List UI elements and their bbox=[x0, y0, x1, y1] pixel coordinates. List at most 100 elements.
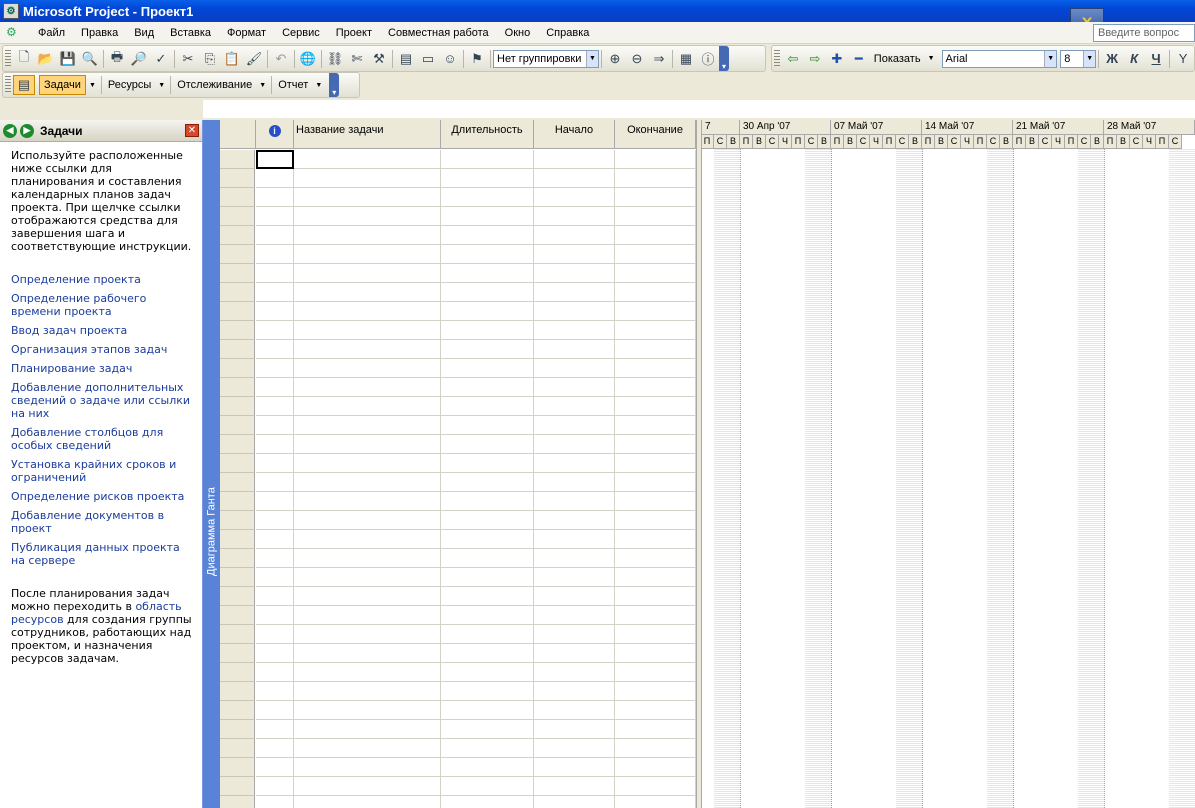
table-cell[interactable] bbox=[615, 283, 696, 302]
table-cell[interactable] bbox=[441, 777, 534, 796]
row-header[interactable] bbox=[220, 530, 255, 549]
table-cell[interactable] bbox=[615, 492, 696, 511]
table-cell[interactable] bbox=[534, 530, 615, 549]
table-cell[interactable] bbox=[534, 359, 615, 378]
guide-report-button[interactable]: Отчет bbox=[274, 79, 312, 91]
table-cell[interactable] bbox=[441, 530, 534, 549]
table-cell[interactable] bbox=[534, 321, 615, 340]
toolbar-options-icon[interactable]: ▾ bbox=[329, 73, 340, 97]
table-cell[interactable] bbox=[534, 169, 615, 188]
link-organize-phases[interactable]: Организация этапов задач bbox=[11, 343, 195, 356]
menu-edit[interactable]: Правка bbox=[73, 27, 126, 39]
table-cell[interactable] bbox=[441, 701, 534, 720]
spelling-icon[interactable]: ✓ bbox=[150, 49, 172, 69]
indicators-column-header[interactable]: i bbox=[256, 120, 294, 149]
table-cell[interactable] bbox=[294, 340, 441, 359]
link-tasks-icon[interactable]: ⛓ bbox=[324, 49, 346, 69]
table-cell[interactable] bbox=[534, 511, 615, 530]
table-cell[interactable] bbox=[256, 473, 294, 492]
table-cell[interactable] bbox=[441, 245, 534, 264]
row-header[interactable] bbox=[220, 720, 255, 739]
table-cell[interactable] bbox=[441, 549, 534, 568]
cut-icon[interactable]: ✂ bbox=[177, 49, 199, 69]
close-icon[interactable]: ✕ bbox=[185, 124, 199, 137]
bold-button[interactable]: Ж bbox=[1101, 49, 1123, 69]
table-cell[interactable] bbox=[534, 435, 615, 454]
table-cell[interactable] bbox=[294, 701, 441, 720]
table-cell[interactable] bbox=[615, 397, 696, 416]
table-cell[interactable] bbox=[534, 150, 615, 169]
table-cell[interactable] bbox=[615, 454, 696, 473]
table-cell[interactable] bbox=[615, 587, 696, 606]
back-icon[interactable]: ◀ bbox=[3, 123, 17, 138]
table-cell[interactable] bbox=[441, 359, 534, 378]
table-cell[interactable] bbox=[441, 416, 534, 435]
table-cell[interactable] bbox=[615, 435, 696, 454]
zoom-in-icon[interactable]: ⊕ bbox=[604, 49, 626, 69]
table-cell[interactable] bbox=[615, 264, 696, 283]
table-cell[interactable] bbox=[294, 264, 441, 283]
table-cell[interactable] bbox=[534, 625, 615, 644]
table-cell[interactable] bbox=[441, 397, 534, 416]
table-cell[interactable] bbox=[441, 644, 534, 663]
format-painter-icon[interactable]: 🖌 bbox=[243, 49, 265, 69]
row-header[interactable] bbox=[220, 739, 255, 758]
table-cell[interactable] bbox=[256, 663, 294, 682]
table-cell[interactable] bbox=[441, 663, 534, 682]
table-cell[interactable] bbox=[294, 283, 441, 302]
table-cell[interactable] bbox=[256, 549, 294, 568]
table-cell[interactable] bbox=[534, 340, 615, 359]
table-cell[interactable] bbox=[534, 264, 615, 283]
table-cell[interactable] bbox=[615, 416, 696, 435]
table-cell[interactable] bbox=[441, 758, 534, 777]
hyperlink-icon[interactable]: 🌐 bbox=[297, 49, 319, 69]
table-cell[interactable] bbox=[294, 587, 441, 606]
table-cell[interactable] bbox=[615, 530, 696, 549]
zoom-out-icon[interactable]: ⊖ bbox=[626, 49, 648, 69]
table-cell[interactable] bbox=[256, 188, 294, 207]
table-cell[interactable] bbox=[256, 587, 294, 606]
row-header[interactable] bbox=[220, 606, 255, 625]
row-header[interactable] bbox=[220, 454, 255, 473]
row-header[interactable] bbox=[220, 378, 255, 397]
row-header[interactable] bbox=[220, 359, 255, 378]
table-cell[interactable] bbox=[534, 720, 615, 739]
menu-tools[interactable]: Сервис bbox=[274, 27, 328, 39]
chevron-down-icon[interactable]: ▼ bbox=[312, 82, 325, 89]
table-cell[interactable] bbox=[294, 226, 441, 245]
table-cell[interactable] bbox=[615, 568, 696, 587]
table-cell[interactable] bbox=[534, 758, 615, 777]
table-cell[interactable] bbox=[441, 226, 534, 245]
show-subtasks-icon[interactable]: ✚ bbox=[826, 49, 848, 69]
table-cell[interactable] bbox=[294, 511, 441, 530]
table-cell[interactable] bbox=[534, 568, 615, 587]
table-cell[interactable] bbox=[256, 606, 294, 625]
table-cell[interactable] bbox=[256, 758, 294, 777]
table-cell[interactable] bbox=[534, 739, 615, 758]
table-cell[interactable] bbox=[294, 378, 441, 397]
guide-resources-button[interactable]: Ресурсы bbox=[104, 79, 155, 91]
table-cell[interactable] bbox=[441, 587, 534, 606]
table-cell[interactable] bbox=[256, 682, 294, 701]
font-select[interactable]: Arial ▼ bbox=[941, 49, 1058, 68]
open-icon[interactable]: 📂 bbox=[35, 49, 57, 69]
table-cell[interactable] bbox=[534, 283, 615, 302]
row-header[interactable] bbox=[220, 150, 255, 169]
table-cell[interactable] bbox=[534, 378, 615, 397]
table-cell[interactable] bbox=[534, 416, 615, 435]
table-cell[interactable] bbox=[441, 169, 534, 188]
hide-subtasks-icon[interactable]: ━ bbox=[848, 49, 870, 69]
underline-button[interactable]: Ч bbox=[1145, 49, 1167, 69]
table-cell[interactable] bbox=[441, 606, 534, 625]
row-header[interactable] bbox=[220, 340, 255, 359]
table-cell[interactable] bbox=[256, 530, 294, 549]
menu-view[interactable]: Вид bbox=[126, 27, 162, 39]
app-icon[interactable]: ⚙ bbox=[3, 3, 19, 19]
table-cell[interactable] bbox=[534, 549, 615, 568]
select-all-corner[interactable] bbox=[220, 120, 256, 149]
row-header[interactable] bbox=[220, 226, 255, 245]
table-cell[interactable] bbox=[256, 625, 294, 644]
toolbar-grip[interactable] bbox=[774, 49, 780, 68]
table-cell[interactable] bbox=[294, 397, 441, 416]
table-cell[interactable] bbox=[441, 511, 534, 530]
